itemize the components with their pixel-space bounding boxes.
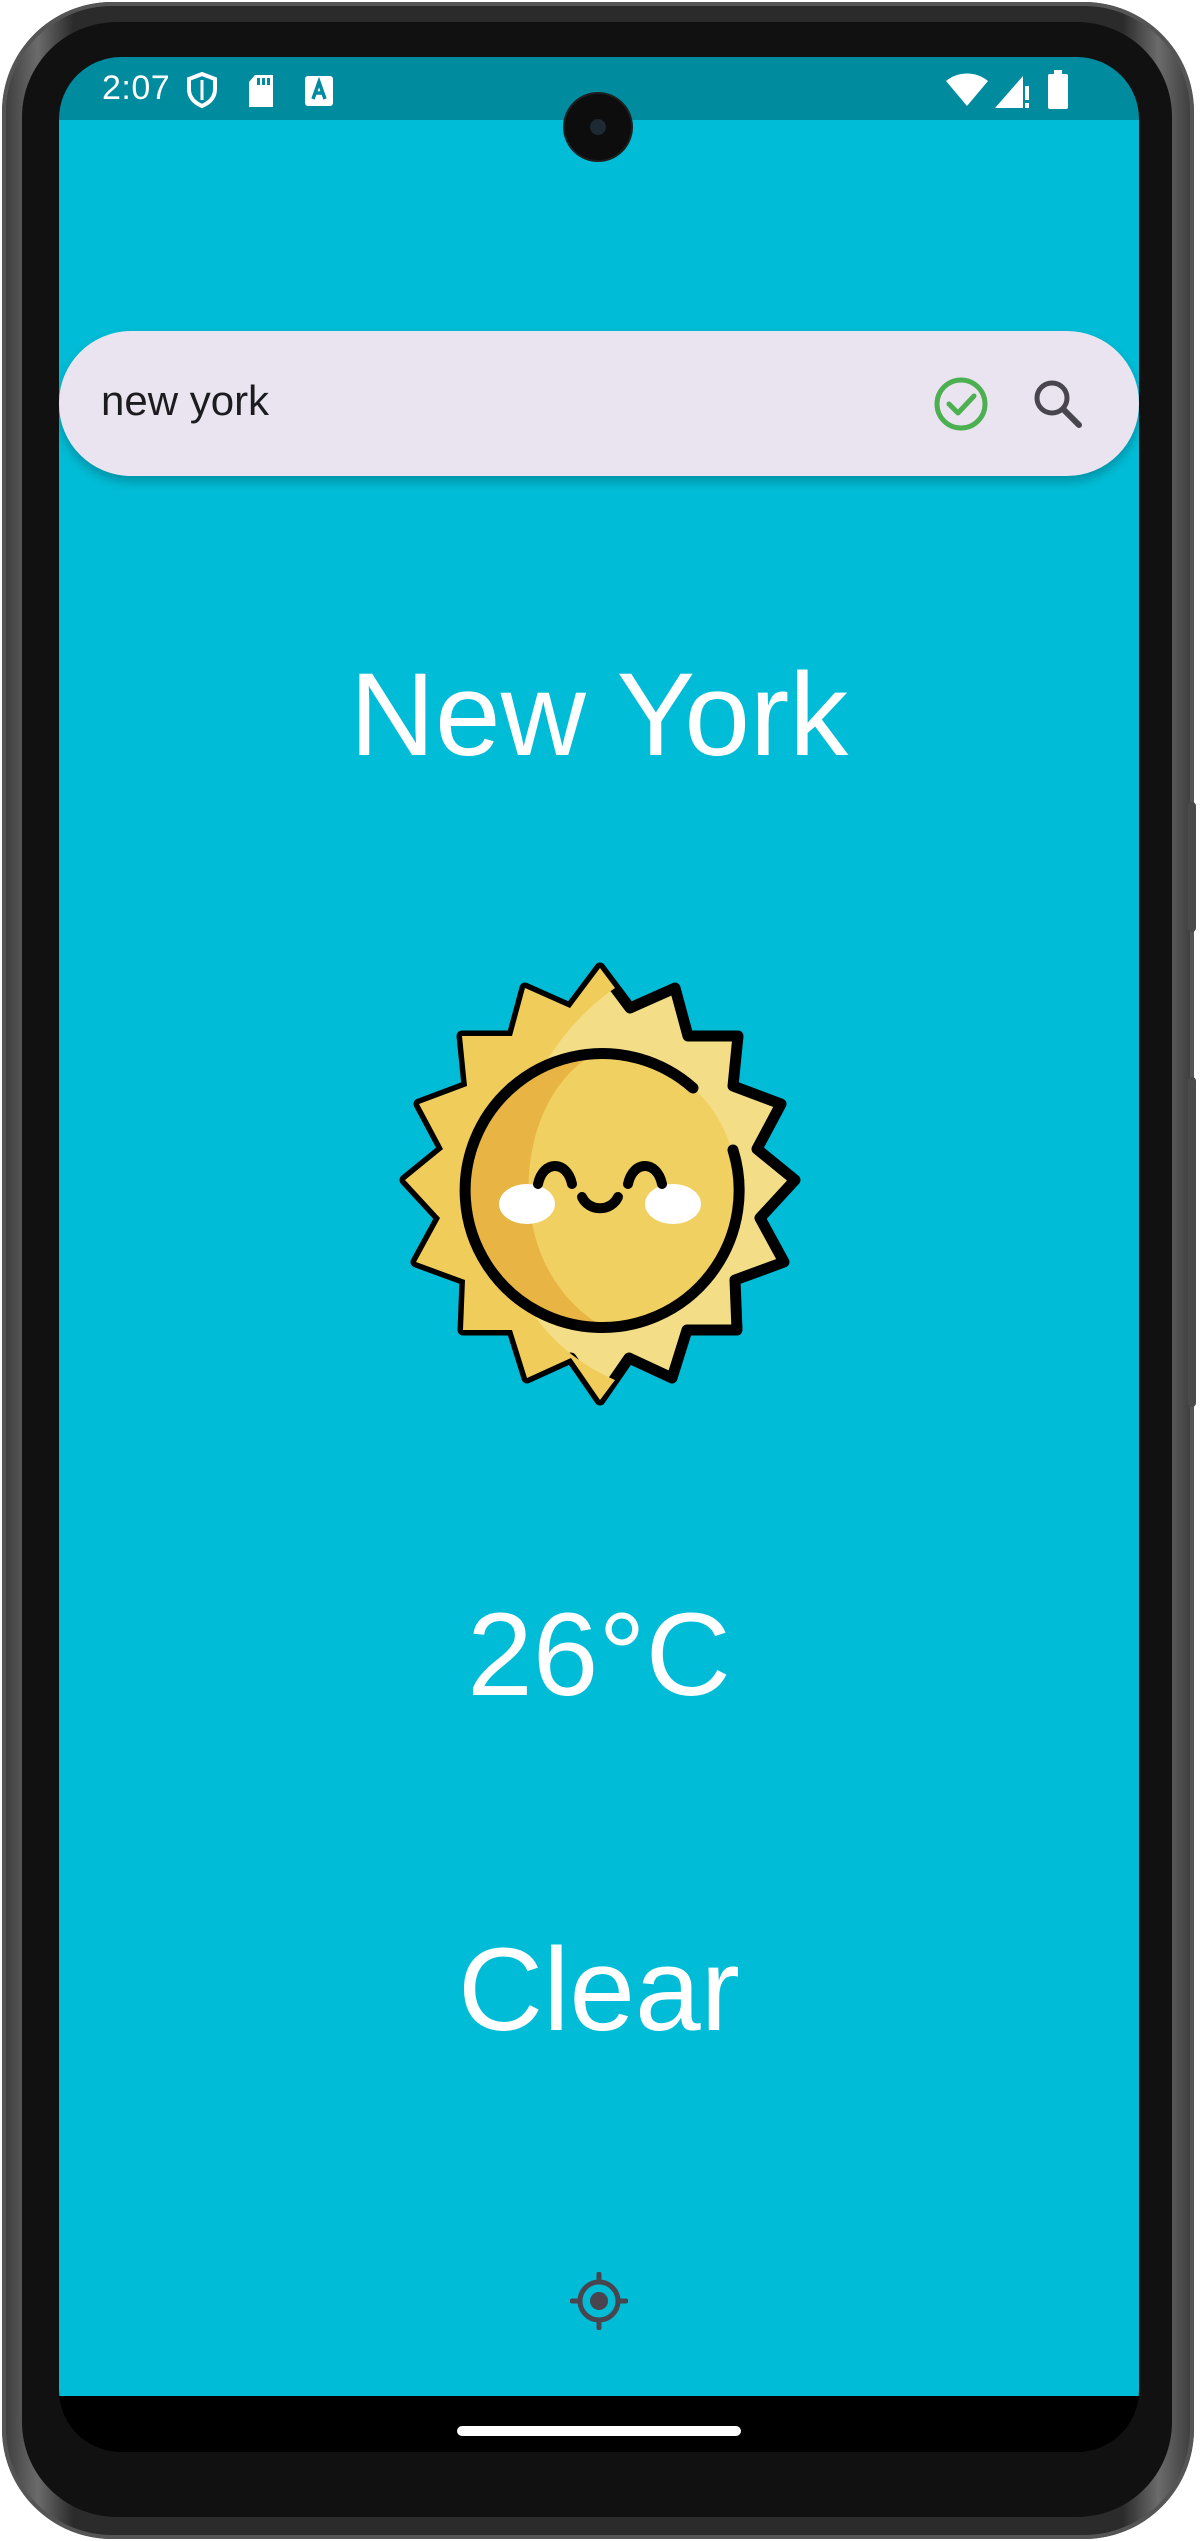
sd-card-icon — [249, 75, 273, 107]
search-icon[interactable] — [1029, 375, 1087, 433]
my-location-icon[interactable] — [570, 2272, 628, 2330]
battery-icon — [1048, 70, 1068, 109]
status-time: 2:07 — [102, 69, 171, 107]
temperature: 26°C — [467, 1589, 731, 1721]
city-name: New York — [349, 649, 849, 781]
smiling-sun-icon — [399, 962, 801, 1406]
signal-icon — [995, 76, 1029, 108]
weather-condition: Clear — [458, 1924, 740, 2056]
check-circle-icon — [934, 377, 988, 431]
front-camera — [565, 94, 631, 160]
weather-app: new york New York 26°C Clear — [59, 120, 1139, 2396]
home-gesture-bar[interactable] — [457, 2426, 741, 2436]
keyboard-a-icon — [305, 76, 333, 106]
power-button — [1188, 1077, 1196, 1407]
wifi-icon — [946, 73, 988, 106]
search-input[interactable]: new york — [101, 377, 269, 425]
volume-button — [1188, 802, 1196, 932]
screen: 2:07 new york New York 26°C Clear — [59, 57, 1139, 2452]
navigation-bar — [59, 2396, 1139, 2452]
shield-icon — [187, 72, 217, 108]
search-bar[interactable]: new york — [59, 331, 1139, 476]
